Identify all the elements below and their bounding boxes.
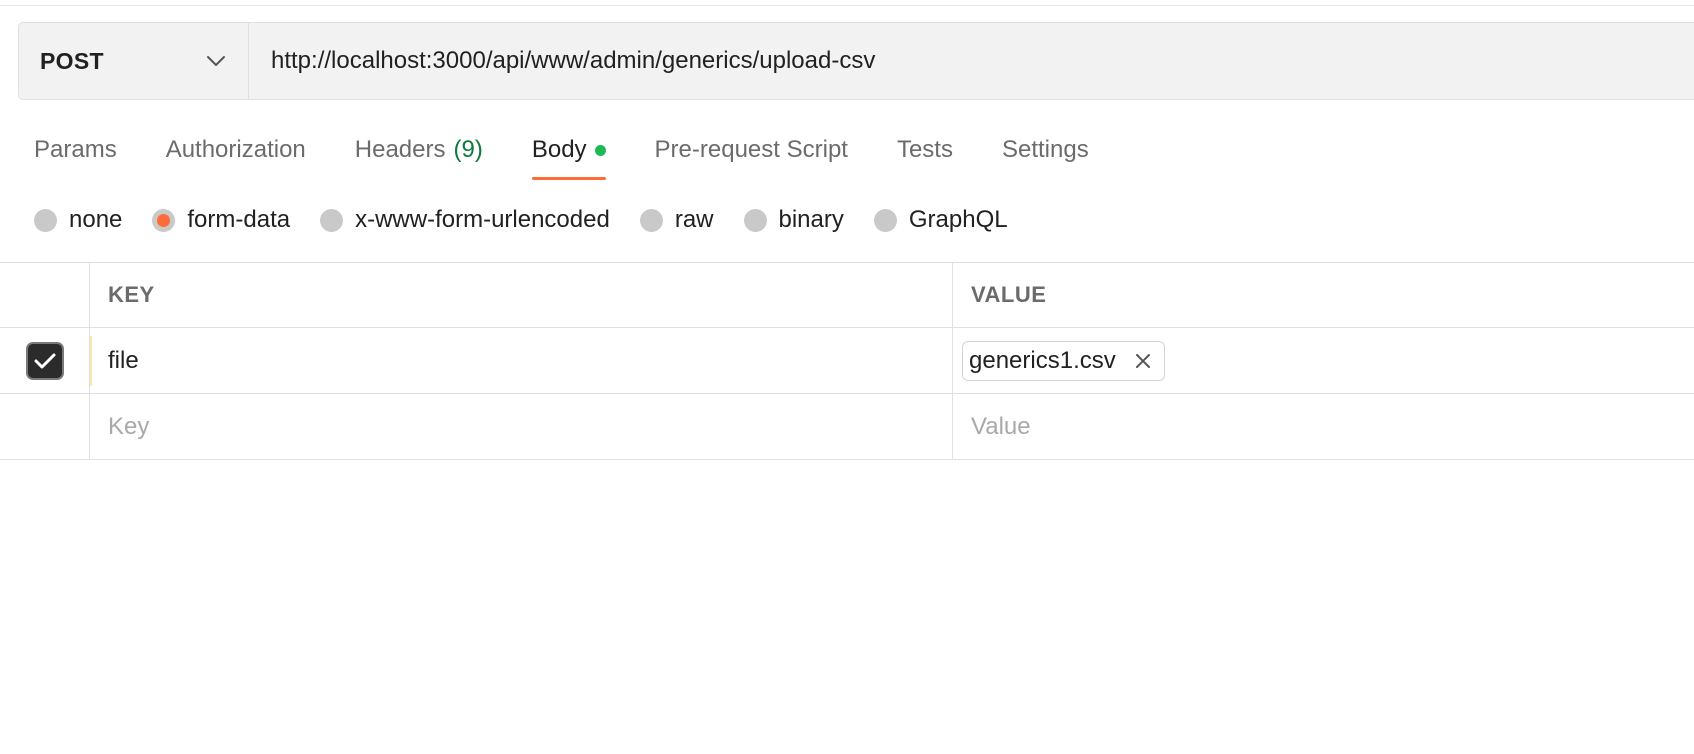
- radio-graphql-button[interactable]: [873, 208, 897, 232]
- radio-x-www-form-urlencoded-button[interactable]: [320, 208, 344, 232]
- method-select[interactable]: POST: [19, 23, 249, 99]
- tab-settings-label: Settings: [1001, 136, 1089, 163]
- tab-headers[interactable]: Headers (9): [355, 130, 483, 180]
- new-row-key-cell: [90, 394, 953, 459]
- url-input[interactable]: [249, 23, 1694, 99]
- method-label: POST: [40, 47, 104, 74]
- radio-graphql[interactable]: GraphQL: [873, 206, 1008, 234]
- check-icon: [34, 353, 55, 368]
- radio-form-data-label: form-data: [187, 206, 291, 233]
- new-row-value-cell: [953, 394, 1694, 459]
- value-column-header: VALUE: [971, 282, 1047, 307]
- radio-x-www-form-urlencoded[interactable]: x-www-form-urlencoded: [320, 206, 610, 234]
- new-value-input[interactable]: [971, 412, 1658, 441]
- headers-count-badge: (9): [453, 136, 483, 163]
- row-key-cell[interactable]: file: [90, 328, 953, 393]
- tab-authorization-label: Authorization: [165, 136, 306, 163]
- radio-binary[interactable]: binary: [743, 206, 844, 234]
- file-chip: generics1.csv: [962, 340, 1165, 381]
- tab-pre-request-script[interactable]: Pre-request Script: [655, 130, 848, 180]
- radio-raw-label: raw: [674, 206, 714, 233]
- tab-tests[interactable]: Tests: [897, 130, 953, 180]
- close-icon[interactable]: [1134, 352, 1152, 370]
- header-key-cell: KEY: [90, 263, 953, 327]
- radio-binary-button[interactable]: [743, 208, 767, 232]
- chevron-down-icon: [206, 55, 226, 67]
- file-chip-name: generics1.csv: [969, 346, 1116, 374]
- header-value-cell: VALUE: [953, 263, 1694, 327]
- radio-raw-button[interactable]: [639, 208, 663, 232]
- table-header-row: KEY VALUE: [0, 262, 1694, 328]
- radio-form-data-button[interactable]: [152, 208, 176, 232]
- row-check-cell: [0, 328, 90, 393]
- tab-body[interactable]: Body: [531, 130, 606, 180]
- body-type-radio-group: none form-data x-www-form-urlencoded raw…: [34, 205, 1038, 235]
- tab-authorization[interactable]: Authorization: [166, 130, 306, 180]
- table-new-row: [0, 394, 1694, 460]
- row-key-text: file: [108, 346, 139, 374]
- radio-binary-label: binary: [778, 206, 844, 233]
- radio-x-www-form-urlencoded-label: x-www-form-urlencoded: [355, 206, 610, 233]
- body-active-dot-icon: [594, 145, 606, 156]
- row-enabled-checkbox[interactable]: [27, 343, 62, 378]
- tab-headers-label: Headers: [354, 136, 446, 163]
- tab-params[interactable]: Params: [34, 130, 117, 180]
- radio-none[interactable]: none: [34, 206, 122, 234]
- tab-params-label: Params: [34, 136, 117, 163]
- key-column-header: KEY: [108, 282, 155, 307]
- radio-none-label: none: [69, 206, 123, 233]
- radio-raw[interactable]: raw: [639, 206, 714, 234]
- header-check-cell: [0, 263, 90, 327]
- new-key-input[interactable]: [108, 412, 910, 441]
- radio-graphql-label: GraphQL: [908, 206, 1008, 233]
- request-bar: POST: [18, 22, 1694, 100]
- key-edit-marker: [90, 336, 92, 386]
- table-row: file generics1.csv: [0, 328, 1694, 394]
- top-divider: [0, 5, 1694, 6]
- row-value-cell[interactable]: generics1.csv: [953, 328, 1694, 393]
- radio-form-data[interactable]: form-data: [152, 206, 290, 234]
- form-data-table: KEY VALUE file generics1.csv: [0, 262, 1694, 460]
- tab-settings[interactable]: Settings: [1002, 130, 1089, 180]
- tab-tests-label: Tests: [896, 136, 953, 163]
- radio-none-button[interactable]: [34, 208, 57, 232]
- tab-body-label: Body: [531, 136, 587, 163]
- tab-pre-request-script-label: Pre-request Script: [654, 136, 848, 163]
- new-row-check-cell: [0, 394, 90, 459]
- request-tabs: Params Authorization Headers (9) Body Pr…: [34, 130, 1138, 180]
